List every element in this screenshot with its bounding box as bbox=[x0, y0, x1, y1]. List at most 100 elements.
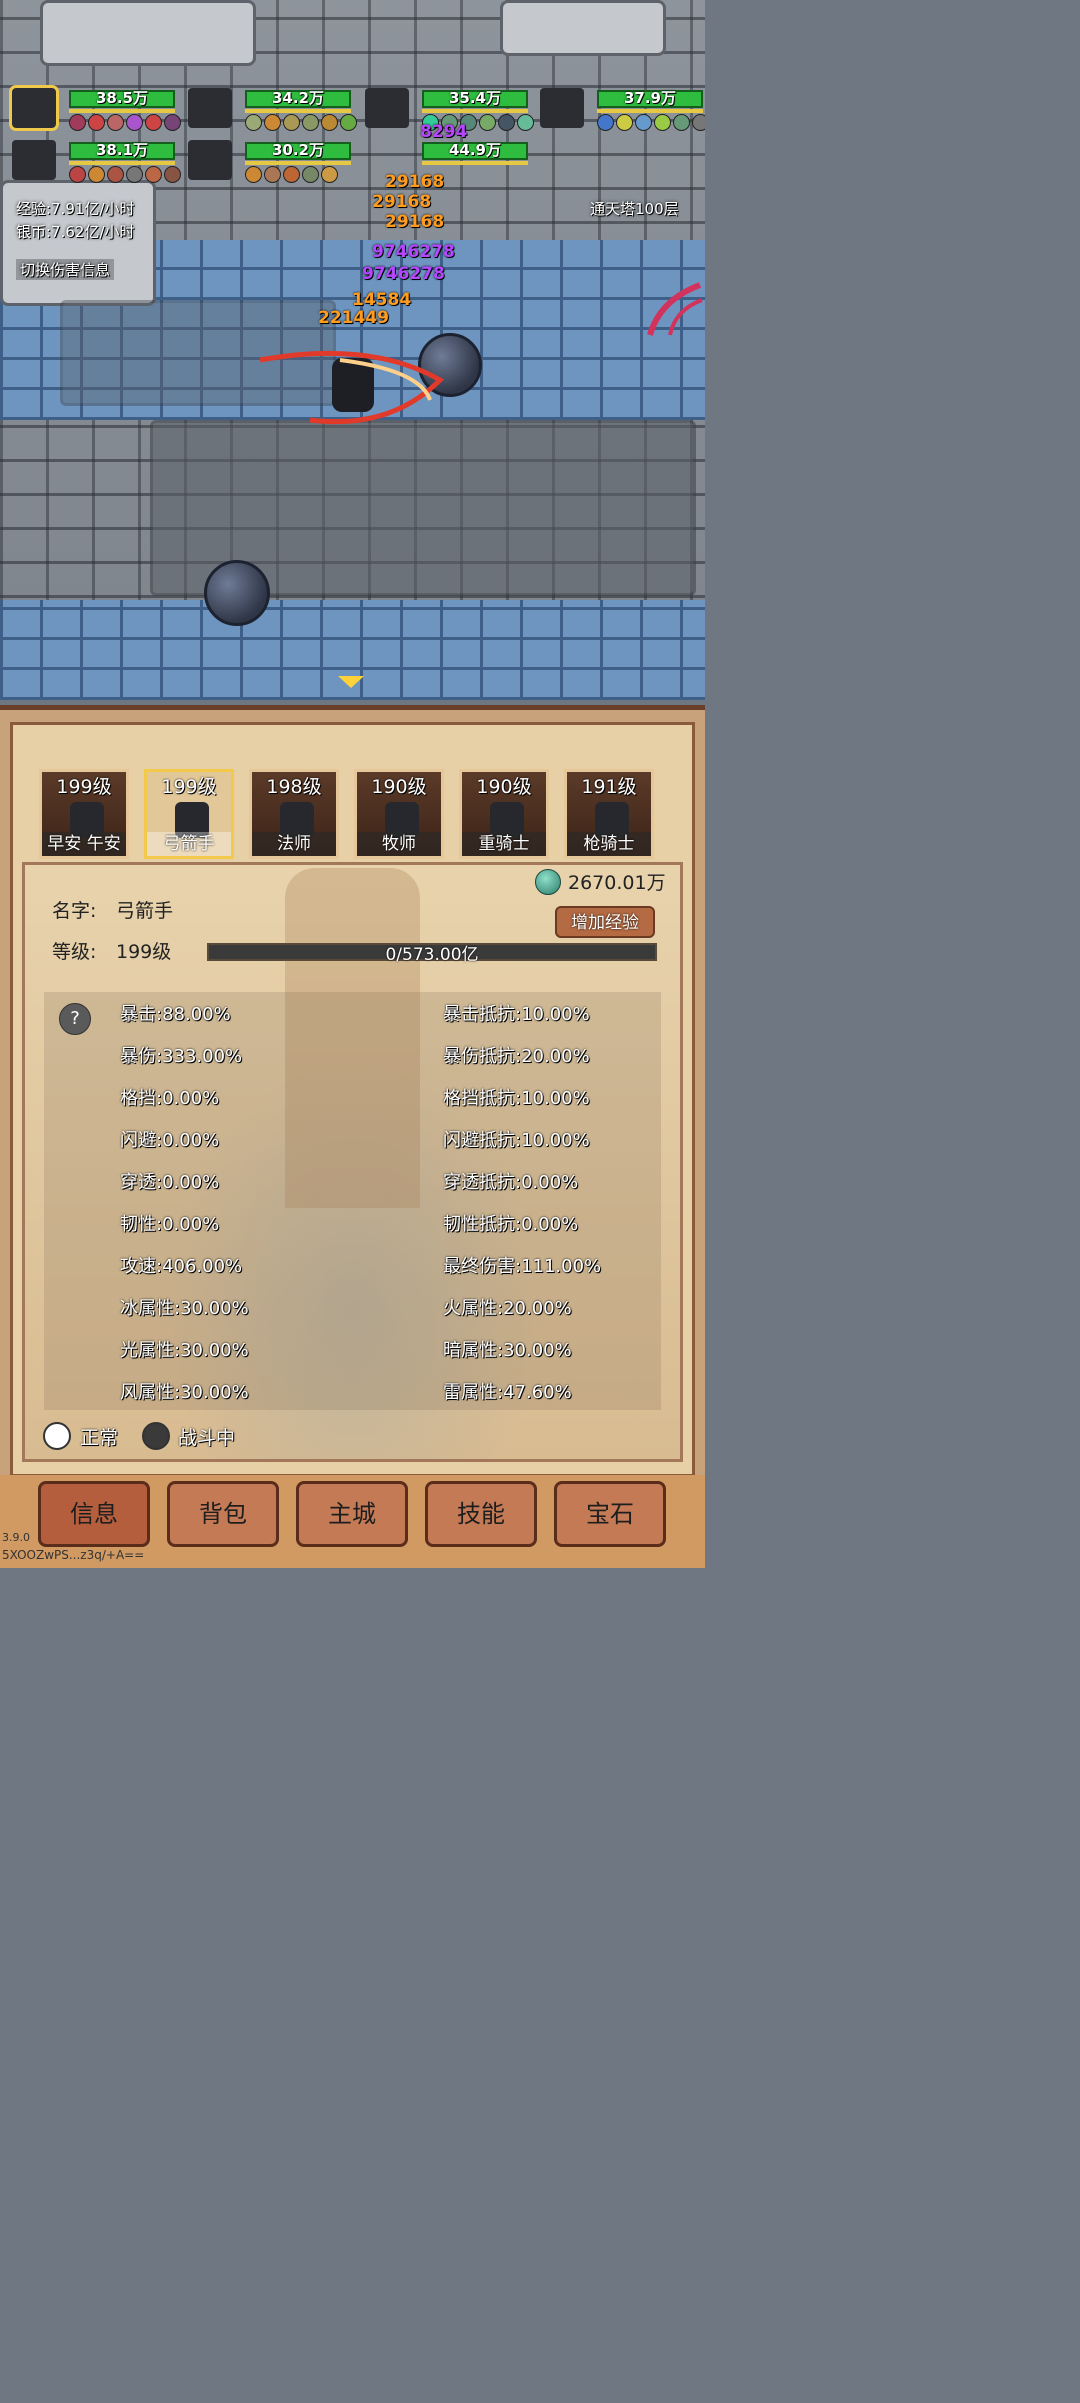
exp-rate: 经验:7.91亿/小时 bbox=[16, 200, 135, 218]
attribute-right: 格挡抵抗:10.00% bbox=[443, 1088, 590, 1109]
skill-icons bbox=[69, 166, 181, 183]
stage-label: 通天塔100层 bbox=[590, 200, 679, 218]
collapse-panel-icon[interactable] bbox=[338, 676, 364, 688]
level-label: 等级: bbox=[52, 941, 97, 963]
character-level: 199级 bbox=[56, 776, 112, 798]
attribute-left: 穿透:0.00% bbox=[120, 1172, 220, 1193]
hp-value: 34.2万 bbox=[271, 89, 324, 107]
character-slot[interactable]: 190级 牧师 bbox=[354, 769, 444, 859]
party-avatar bbox=[188, 88, 232, 128]
status-battle-label: 战斗中 bbox=[178, 1427, 236, 1449]
character-name: 早安 午安 bbox=[42, 832, 126, 856]
attribute-left: 格挡:0.00% bbox=[120, 1088, 220, 1109]
character-slot[interactable]: 199级 弓箭手 bbox=[144, 769, 234, 859]
exp-progress-text: 0/573.00亿 bbox=[385, 945, 479, 965]
status-normal-radio[interactable] bbox=[43, 1422, 71, 1450]
gem-currency-icon bbox=[535, 869, 561, 895]
attribute-right: 暗属性:30.00% bbox=[443, 1340, 572, 1361]
attribute-left: 冰属性:30.00% bbox=[120, 1298, 249, 1319]
enemy-claw bbox=[647, 282, 703, 336]
damage-number: 29168 bbox=[372, 192, 432, 212]
party-avatar bbox=[365, 88, 409, 128]
add-exp-button[interactable]: 增加经验 bbox=[555, 906, 655, 938]
character-level: 190级 bbox=[476, 776, 532, 798]
party-member[interactable]: 38.5万 bbox=[9, 85, 181, 138]
attribute-right: 最终伤害:111.00% bbox=[443, 1256, 602, 1277]
hp-value: 35.4万 bbox=[448, 89, 501, 107]
party-avatar bbox=[9, 85, 59, 131]
party-avatar bbox=[12, 140, 56, 180]
skill-icons bbox=[69, 114, 181, 131]
skill-icons bbox=[245, 166, 338, 183]
mana-bar bbox=[69, 161, 175, 165]
damage-number: 9746278 bbox=[372, 242, 455, 262]
party-member[interactable]: 30.2万 bbox=[188, 140, 356, 190]
user-id: 5XOOZwPS...z3q/+A== bbox=[2, 1548, 145, 1562]
skill-icons bbox=[245, 114, 357, 131]
character-level: 191级 bbox=[581, 776, 637, 798]
tab-skills[interactable]: 技能 bbox=[425, 1481, 537, 1547]
silver-rate: 银币:7.62亿/小时 bbox=[16, 223, 135, 241]
character-name: 法师 bbox=[252, 832, 336, 856]
character-slot[interactable]: 191级 枪骑士 bbox=[564, 769, 654, 859]
battle-scene: 38.5万 34.2万 35.4万 37.9万 38.1万 30.2万 44.9… bbox=[0, 0, 705, 700]
hp-value: 37.9万 bbox=[623, 89, 676, 107]
mana-bar bbox=[422, 161, 528, 165]
party-member[interactable]: 38.1万 bbox=[12, 140, 181, 190]
mana-bar bbox=[422, 109, 528, 113]
tab-gems[interactable]: 宝石 bbox=[554, 1481, 666, 1547]
status-battle-radio[interactable] bbox=[142, 1422, 170, 1450]
mana-bar bbox=[597, 109, 703, 113]
name-label: 名字: bbox=[52, 900, 97, 922]
attribute-left: 光属性:30.00% bbox=[120, 1340, 249, 1361]
attribute-left: 暴击:88.00% bbox=[120, 1004, 231, 1025]
attribute-left: 闪避:0.00% bbox=[120, 1130, 220, 1151]
tab-backpack[interactable]: 背包 bbox=[167, 1481, 279, 1547]
help-button[interactable]: ? bbox=[59, 1003, 91, 1035]
skill-icons bbox=[597, 114, 705, 131]
stone bbox=[500, 0, 666, 56]
attribute-right: 火属性:20.00% bbox=[443, 1298, 572, 1319]
toggle-damage-button[interactable]: 切换伤害信息 bbox=[16, 259, 115, 280]
party-avatar bbox=[540, 88, 584, 128]
attribute-right: 韧性抵抗:0.00% bbox=[443, 1214, 579, 1235]
attribute-right: 穿透抵抗:0.00% bbox=[443, 1172, 579, 1193]
damage-number: 14584 bbox=[352, 290, 412, 310]
hp-value: 30.2万 bbox=[271, 141, 324, 159]
hp-value: 44.9万 bbox=[448, 141, 501, 159]
character-slot[interactable]: 199级 早安 午安 bbox=[39, 769, 129, 859]
currency-value: 2670.01万 bbox=[568, 872, 666, 894]
damage-number: 8294 bbox=[420, 122, 468, 142]
mana-bar bbox=[245, 161, 351, 165]
damage-number: 29168 bbox=[385, 172, 445, 192]
slash-effect bbox=[259, 350, 445, 425]
character-name: 重骑士 bbox=[462, 832, 546, 856]
level-value: 199级 bbox=[116, 941, 172, 963]
stone bbox=[40, 0, 256, 66]
damage-number: 29168 bbox=[385, 212, 445, 232]
attribute-right: 雷属性:47.60% bbox=[443, 1382, 572, 1403]
party-avatar bbox=[188, 140, 232, 180]
character-slot[interactable]: 190级 重骑士 bbox=[459, 769, 549, 859]
party-member[interactable]: 37.9万 bbox=[540, 88, 705, 138]
tab-info[interactable]: 信息 bbox=[38, 1481, 150, 1547]
hp-value: 38.5万 bbox=[95, 89, 148, 107]
party-member[interactable]: 34.2万 bbox=[188, 88, 357, 138]
character-name: 弓箭手 bbox=[147, 832, 231, 856]
attribute-right: 闪避抵抗:10.00% bbox=[443, 1130, 590, 1151]
hp-value: 38.1万 bbox=[95, 141, 148, 159]
attribute-right: 暴伤抵抗:20.00% bbox=[443, 1046, 590, 1067]
version-label: 3.9.0 bbox=[2, 1531, 30, 1544]
name-value: 弓箭手 bbox=[116, 900, 174, 922]
tab-main-city[interactable]: 主城 bbox=[296, 1481, 408, 1547]
character-name: 枪骑士 bbox=[567, 832, 651, 856]
damage-number: 221449 bbox=[318, 308, 389, 328]
attribute-right: 暴击抵抗:10.00% bbox=[443, 1004, 590, 1025]
attribute-left: 韧性:0.00% bbox=[120, 1214, 220, 1235]
status-normal-label: 正常 bbox=[80, 1427, 119, 1449]
character-slot[interactable]: 198级 法师 bbox=[249, 769, 339, 859]
mana-bar bbox=[245, 109, 351, 113]
character-level: 198级 bbox=[266, 776, 322, 798]
attribute-left: 风属性:30.00% bbox=[120, 1382, 249, 1403]
attribute-left: 暴伤:333.00% bbox=[120, 1046, 243, 1067]
